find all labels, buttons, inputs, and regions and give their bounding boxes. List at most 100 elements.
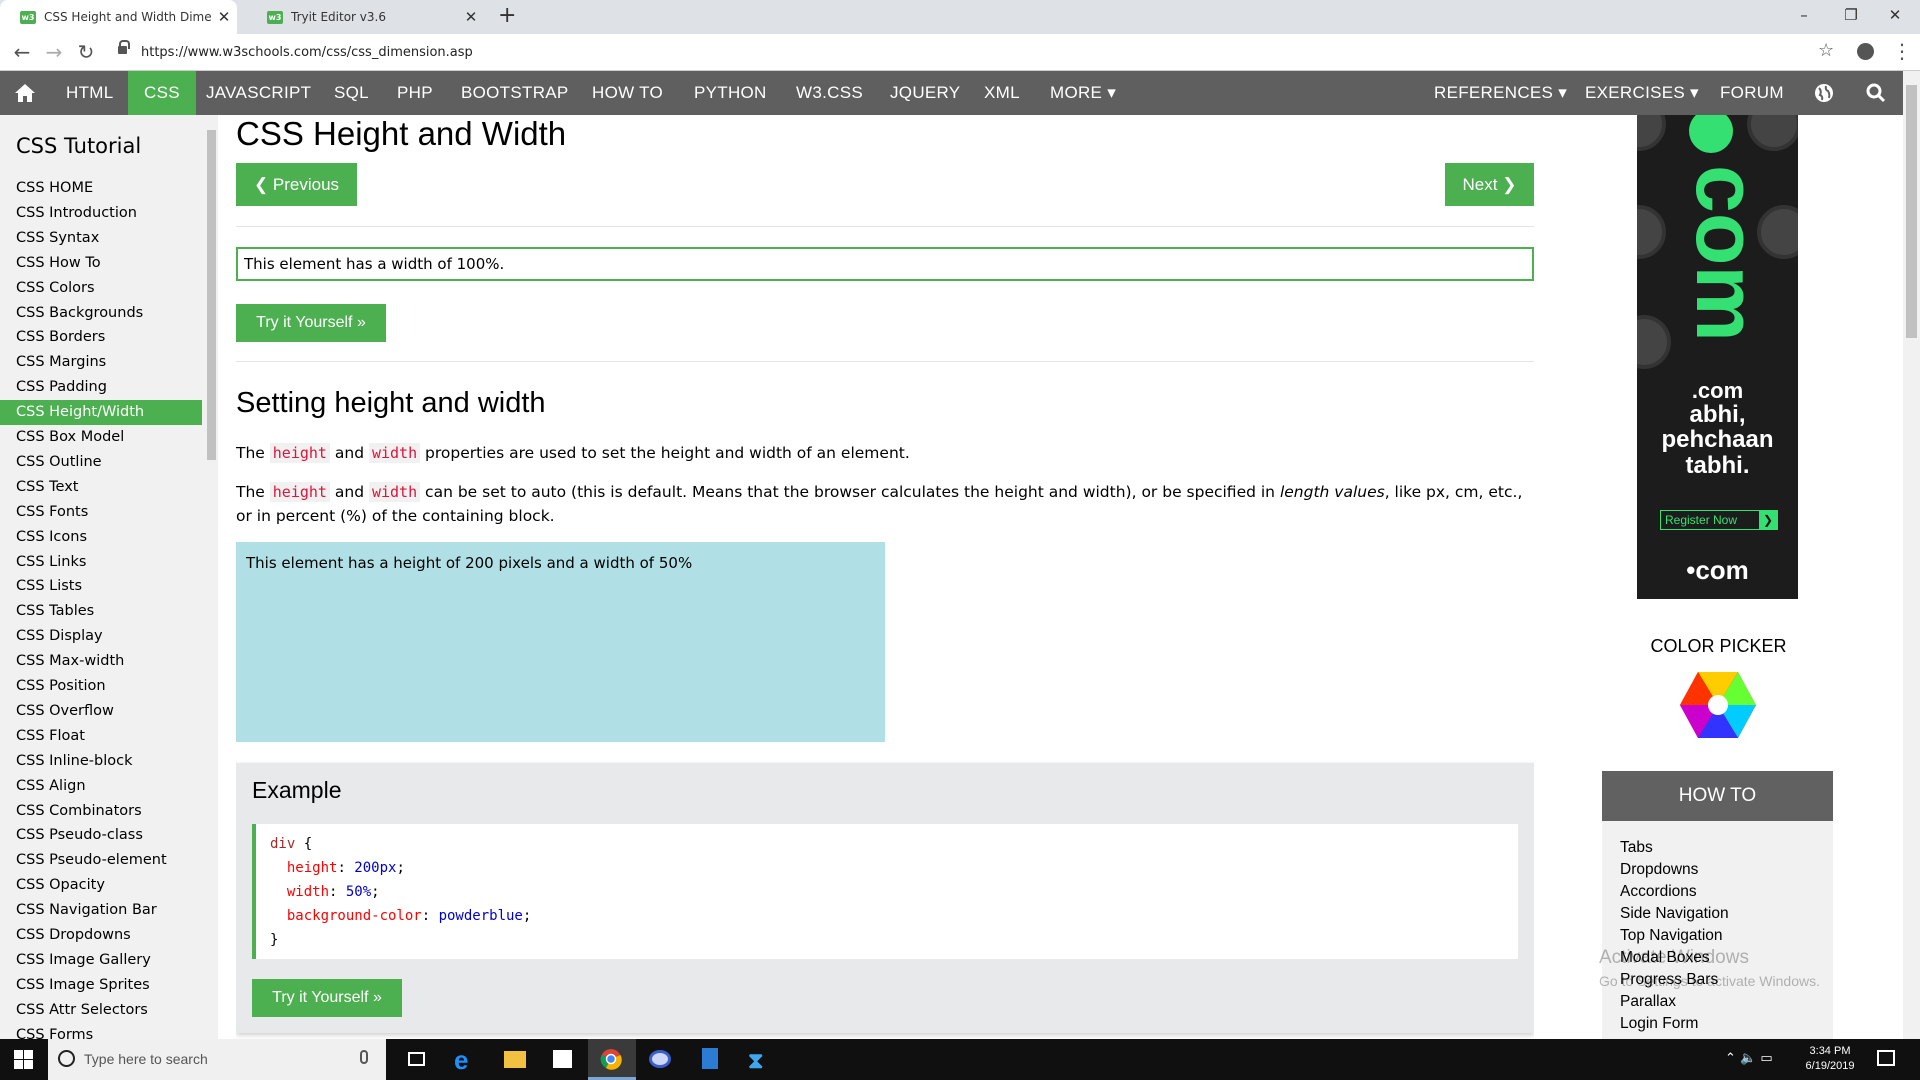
- try-it-yourself-button[interactable]: Try it Yourself »: [252, 979, 402, 1017]
- nav-bootstrap[interactable]: BOOTSTRAP: [461, 71, 569, 115]
- try-it-yourself-button[interactable]: Try it Yourself »: [236, 304, 386, 342]
- sidebar-item[interactable]: CSS Links: [0, 550, 202, 575]
- sidebar-item[interactable]: CSS Box Model: [0, 425, 202, 450]
- sidebar-item[interactable]: CSS Text: [0, 475, 202, 500]
- sidebar-item[interactable]: CSS Max-width: [0, 649, 202, 674]
- nav-javascript[interactable]: JAVASCRIPT: [206, 71, 311, 115]
- sidebar-item[interactable]: CSS Image Sprites: [0, 973, 202, 998]
- close-window-button[interactable]: ✕: [1866, 0, 1920, 34]
- sidebar-item[interactable]: CSS How To: [0, 251, 202, 276]
- sidebar-item[interactable]: CSS Icons: [0, 525, 202, 550]
- terminal-app-icon[interactable]: [636, 1039, 684, 1080]
- how-to-link[interactable]: Dropdowns: [1620, 861, 1698, 879]
- system-tray-icons[interactable]: ⌃ 🔈 ▭: [1725, 1051, 1773, 1066]
- nav-forum[interactable]: FORUM: [1720, 71, 1784, 115]
- activate-windows-subtext: Go to Settings to activate Windows.: [1599, 973, 1820, 989]
- bookmark-star-icon[interactable]: ☆: [1818, 40, 1834, 61]
- nav-sql[interactable]: SQL: [334, 71, 369, 115]
- advertisement[interactable]: com .com abhi, pehchaan tabhi. Register …: [1637, 115, 1798, 599]
- taskbar-search-input[interactable]: Type here to search: [48, 1039, 386, 1080]
- sidebar-item[interactable]: CSS Overflow: [0, 699, 202, 724]
- sidebar-item[interactable]: CSS Combinators: [0, 799, 202, 824]
- nav-php[interactable]: PHP: [397, 71, 433, 115]
- color-picker-icon[interactable]: [1678, 670, 1758, 744]
- menu-kebab-icon[interactable]: ⋮: [1892, 39, 1912, 63]
- sidebar-item[interactable]: CSS Height/Width: [0, 400, 202, 426]
- nav-jquery[interactable]: JQUERY: [890, 71, 960, 115]
- sidebar-item[interactable]: CSS Fonts: [0, 500, 202, 525]
- new-tab-button[interactable]: +: [498, 3, 516, 28]
- nav-html[interactable]: HTML: [66, 71, 113, 115]
- file-explorer-icon[interactable]: [490, 1039, 538, 1080]
- sidebar-item[interactable]: CSS Outline: [0, 450, 202, 475]
- reload-icon[interactable]: ↻: [74, 40, 98, 64]
- task-view-icon[interactable]: [392, 1039, 440, 1080]
- sidebar-item[interactable]: CSS Display: [0, 624, 202, 649]
- nav-w3css[interactable]: W3.CSS: [796, 71, 863, 115]
- nav-python[interactable]: PYTHON: [694, 71, 767, 115]
- how-to-link[interactable]: Accordions: [1620, 883, 1697, 901]
- sidebar-item[interactable]: CSS Padding: [0, 375, 202, 400]
- sidebar-item[interactable]: CSS Pseudo-element: [0, 848, 202, 873]
- nav-exercises[interactable]: EXERCISES ▾: [1585, 71, 1699, 115]
- clock[interactable]: 3:34 PM 6/19/2019: [1793, 1044, 1867, 1074]
- next-button[interactable]: Next ❯: [1445, 163, 1534, 206]
- sidebar-item[interactable]: CSS Opacity: [0, 873, 202, 898]
- vscode-icon[interactable]: ⧗: [734, 1039, 782, 1080]
- how-to-link[interactable]: Parallax: [1620, 993, 1676, 1011]
- notifications-icon[interactable]: [1877, 1050, 1895, 1066]
- sidebar-item[interactable]: CSS Colors: [0, 276, 202, 301]
- sidebar-item[interactable]: CSS Navigation Bar: [0, 898, 202, 923]
- tab-title: CSS Height and Width Dimensio: [44, 10, 211, 24]
- page-scroll-thumb[interactable]: [1906, 85, 1917, 338]
- sidebar-item[interactable]: CSS Pseudo-class: [0, 823, 202, 848]
- nav-xml[interactable]: XML: [984, 71, 1020, 115]
- nav-how-to[interactable]: HOW TO: [592, 71, 663, 115]
- edge-browser-icon[interactable]: e: [442, 1039, 490, 1080]
- sidebar-item[interactable]: CSS Image Gallery: [0, 948, 202, 973]
- close-tab-icon[interactable]: ✕: [458, 8, 484, 26]
- sidebar-item[interactable]: CSS Introduction: [0, 201, 202, 226]
- nav-references[interactable]: REFERENCES ▾: [1434, 71, 1567, 115]
- ad-register-button[interactable]: Register Now ❯: [1660, 510, 1778, 530]
- sidebar-item[interactable]: CSS Forms: [0, 1023, 202, 1039]
- inline-code: height: [269, 482, 330, 502]
- previous-button[interactable]: ❮ Previous: [236, 163, 357, 206]
- sidebar-item[interactable]: CSS Float: [0, 724, 202, 749]
- sidebar-item[interactable]: CSS Dropdowns: [0, 923, 202, 948]
- sidebar-item[interactable]: CSS Lists: [0, 574, 202, 599]
- search-icon[interactable]: [1866, 83, 1886, 108]
- windows-start-icon[interactable]: [14, 1050, 33, 1073]
- account-avatar-icon[interactable]: [1857, 43, 1874, 60]
- sidebar-item[interactable]: CSS Attr Selectors: [0, 998, 202, 1023]
- back-arrow-icon[interactable]: ←: [10, 40, 34, 64]
- home-icon[interactable]: [14, 83, 36, 103]
- browser-tab[interactable]: w3 Tryit Editor v3.6 ✕: [247, 0, 484, 34]
- nav-more[interactable]: MORE ▾: [1050, 71, 1116, 115]
- globe-icon[interactable]: [1814, 83, 1834, 108]
- sidebar-item[interactable]: CSS Position: [0, 674, 202, 699]
- store-icon[interactable]: [538, 1039, 586, 1080]
- document-app-icon[interactable]: [686, 1039, 734, 1080]
- vinyl-disc-icon: [1637, 315, 1671, 369]
- microphone-icon[interactable]: [360, 1050, 368, 1064]
- how-to-link[interactable]: Tabs: [1620, 839, 1653, 857]
- nav-css[interactable]: CSS: [128, 71, 196, 115]
- sidebar-item[interactable]: CSS Syntax: [0, 226, 202, 251]
- how-to-link[interactable]: Top Navigation: [1620, 927, 1723, 945]
- sidebar-item[interactable]: CSS Align: [0, 774, 202, 799]
- how-to-link[interactable]: Login Form: [1620, 1015, 1698, 1033]
- sidebar-item[interactable]: CSS HOME: [0, 176, 202, 201]
- sidebar-item[interactable]: CSS Backgrounds: [0, 301, 202, 326]
- forward-arrow-icon[interactable]: →: [42, 40, 66, 64]
- sidebar-item[interactable]: CSS Borders: [0, 325, 202, 350]
- close-tab-icon[interactable]: ✕: [211, 8, 237, 26]
- sidebar-scroll-thumb[interactable]: [207, 130, 216, 460]
- chrome-icon[interactable]: [588, 1039, 636, 1080]
- sidebar-item[interactable]: CSS Inline-block: [0, 749, 202, 774]
- url-field[interactable]: https://www.w3schools.com/css/css_dimens…: [141, 45, 473, 60]
- how-to-link[interactable]: Side Navigation: [1620, 905, 1729, 923]
- sidebar-item[interactable]: CSS Margins: [0, 350, 202, 375]
- sidebar-item[interactable]: CSS Tables: [0, 599, 202, 624]
- browser-tab-active[interactable]: w3 CSS Height and Width Dimensio ✕: [0, 0, 237, 34]
